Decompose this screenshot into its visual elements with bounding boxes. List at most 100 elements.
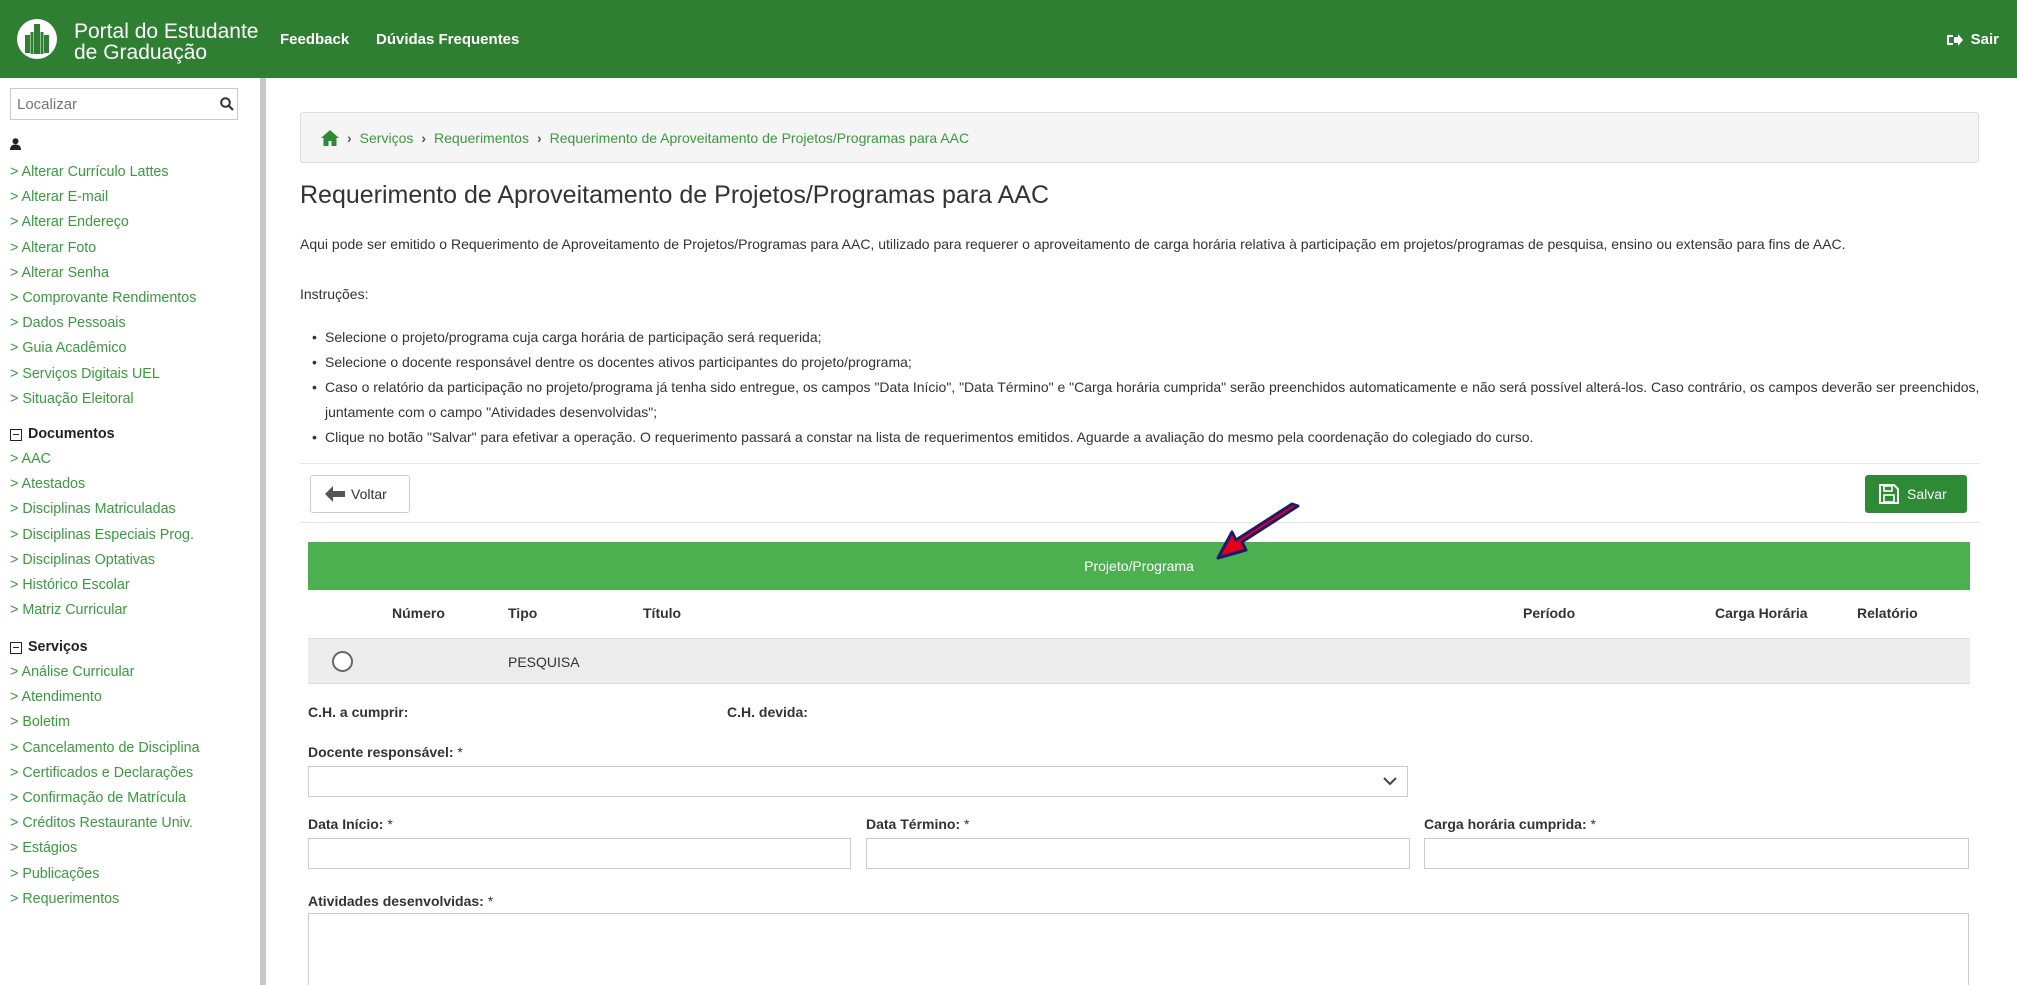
data-inicio-input[interactable] xyxy=(308,838,851,869)
sidebar-item-alterar-foto[interactable]: > Alterar Foto xyxy=(10,236,196,261)
column-carga-horaria[interactable]: Carga Horária xyxy=(1715,605,1808,621)
servicos-menu: Serviços > Análise Curricular > Atendime… xyxy=(10,635,200,912)
sidebar-item-situacao-eleitoral[interactable]: > Situação Eleitoral xyxy=(10,387,196,412)
form-toolbar: Voltar Salvar xyxy=(300,463,1979,523)
required-mark: * xyxy=(387,816,393,832)
project-radio[interactable] xyxy=(332,651,353,672)
back-button[interactable]: Voltar xyxy=(310,475,410,513)
ch-a-cumprir-label: C.H. a cumprir: xyxy=(308,704,409,720)
data-termino-label-text: Data Término: xyxy=(866,816,961,832)
required-mark: * xyxy=(1590,816,1596,832)
column-numero[interactable]: Número xyxy=(392,605,445,621)
sidebar-item-disciplinas-matriculadas[interactable]: > Disciplinas Matriculadas xyxy=(10,497,194,522)
docente-label-text: Docente responsável: xyxy=(308,744,454,760)
sidebar-item-publicacoes[interactable]: > Publicações xyxy=(10,862,200,887)
sidebar-item-matriz-curricular[interactable]: > Matriz Curricular xyxy=(10,598,194,623)
servicos-heading-label: Serviços xyxy=(28,639,88,655)
portal-title[interactable]: Portal do Estudante de Graduação xyxy=(74,21,258,63)
column-titulo[interactable]: Título xyxy=(643,605,681,621)
instructions-label: Instruções: xyxy=(300,286,369,302)
save-button-label: Salvar xyxy=(1907,486,1947,502)
table-row[interactable]: PESQUISA xyxy=(308,638,1970,684)
logout-icon xyxy=(1946,33,1963,46)
carga-cumprida-input[interactable] xyxy=(1424,838,1969,869)
sidebar-item-guia-academico[interactable]: > Guia Acadêmico xyxy=(10,336,196,361)
page-title: Requerimento de Aproveitamento de Projet… xyxy=(300,181,1050,209)
sidebar-item-dados-pessoais[interactable]: > Dados Pessoais xyxy=(10,311,196,336)
data-termino-input[interactable] xyxy=(866,838,1410,869)
instruction-item: Selecione o docente responsável dentre o… xyxy=(312,350,1985,375)
required-mark: * xyxy=(457,744,463,760)
carga-cumprida-label-text: Carga horária cumprida: xyxy=(1424,816,1587,832)
sidebar-item-servicos-digitais[interactable]: > Serviços Digitais UEL xyxy=(10,362,196,387)
servicos-heading[interactable]: Serviços xyxy=(10,635,200,660)
sidebar-item-confirmacao-matricula[interactable]: > Confirmação de Matrícula xyxy=(10,786,200,811)
uel-logo-icon[interactable] xyxy=(16,18,58,60)
atividades-textarea[interactable] xyxy=(308,913,1969,985)
breadcrumb-current[interactable]: Requerimento de Aproveitamento de Projet… xyxy=(550,130,969,146)
data-inicio-label-text: Data Início: xyxy=(308,816,384,832)
portal-title-line2: de Graduação xyxy=(74,41,208,64)
breadcrumb-servicos[interactable]: Serviços xyxy=(360,130,414,146)
sidebar-item-creditos-restaurante[interactable]: > Créditos Restaurante Univ. xyxy=(10,811,200,836)
sidebar-item-disciplinas-optativas[interactable]: > Disciplinas Optativas xyxy=(10,548,194,573)
page-intro: Aqui pode ser emitido o Requerimento de … xyxy=(300,236,1846,252)
search-box xyxy=(10,88,238,120)
collapse-icon xyxy=(10,641,22,654)
sidebar-item-historico-escolar[interactable]: > Histórico Escolar xyxy=(10,573,194,598)
portal-title-line1: Portal do Estudante xyxy=(74,20,259,43)
projects-column-headers: Número Tipo Título Período Carga Horária… xyxy=(308,590,1970,638)
atividades-label: Atividades desenvolvidas: * xyxy=(308,893,493,909)
carga-cumprida-label: Carga horária cumprida: * xyxy=(1424,816,1596,832)
column-periodo[interactable]: Período xyxy=(1523,605,1575,621)
search-input[interactable] xyxy=(11,89,216,119)
search-icon[interactable] xyxy=(216,97,237,111)
annotation-arrow-icon xyxy=(1216,502,1300,560)
chevron-right-icon: › xyxy=(421,129,427,146)
chevron-right-icon: › xyxy=(536,129,542,146)
sidebar-item-atendimento[interactable]: > Atendimento xyxy=(10,685,200,710)
docente-label: Docente responsável: * xyxy=(308,744,463,760)
user-icon xyxy=(10,138,21,150)
required-mark: * xyxy=(487,893,494,909)
column-tipo[interactable]: Tipo xyxy=(508,605,537,621)
top-navbar: Portal do Estudante de Graduação Feedbac… xyxy=(0,0,2017,78)
logout-button[interactable]: Sair xyxy=(1946,31,1999,48)
nav-feedback-link[interactable]: Feedback xyxy=(280,31,349,48)
sidebar-item-alterar-email[interactable]: > Alterar E-mail xyxy=(10,185,196,210)
nav-faq-link[interactable]: Dúvidas Frequentes xyxy=(376,31,519,48)
sidebar-item-alterar-senha[interactable]: > Alterar Senha xyxy=(10,261,196,286)
breadcrumb-requerimentos[interactable]: Requerimentos xyxy=(434,130,529,146)
sidebar-item-boletim[interactable]: > Boletim xyxy=(10,710,200,735)
sidebar: > Alterar Currículo Lattes > Alterar E-m… xyxy=(0,78,266,985)
column-relatorio[interactable]: Relatório xyxy=(1857,605,1918,621)
sidebar-item-analise-curricular[interactable]: > Análise Curricular xyxy=(10,660,200,685)
save-button[interactable]: Salvar xyxy=(1865,475,1967,513)
sidebar-item-alterar-endereco[interactable]: > Alterar Endereço xyxy=(10,210,196,235)
chevron-down-icon xyxy=(1383,777,1397,786)
documentos-menu: Documentos > AAC > Atestados > Disciplin… xyxy=(10,422,194,623)
sidebar-item-comprovante-rendimentos[interactable]: > Comprovante Rendimentos xyxy=(10,286,196,311)
sidebar-item-estagios[interactable]: > Estágios xyxy=(10,836,200,861)
ch-devida-label: C.H. devida: xyxy=(727,704,808,720)
sidebar-item-disciplinas-especiais[interactable]: > Disciplinas Especiais Prog. xyxy=(10,523,194,548)
sidebar-item-certificados-declaracoes[interactable]: > Certificados e Declarações xyxy=(10,761,200,786)
row-tipo: PESQUISA xyxy=(508,654,580,670)
data-inicio-label: Data Início: * xyxy=(308,816,393,832)
documentos-heading[interactable]: Documentos xyxy=(10,422,194,447)
sidebar-item-atestados[interactable]: > Atestados xyxy=(10,472,194,497)
sidebar-item-aac[interactable]: > AAC xyxy=(10,447,194,472)
user-menu: > Alterar Currículo Lattes > Alterar E-m… xyxy=(10,160,196,412)
instruction-item: Caso o relatório da participação no proj… xyxy=(312,375,1985,425)
chevron-right-icon: › xyxy=(347,129,352,146)
docente-select[interactable] xyxy=(308,766,1408,797)
collapse-icon xyxy=(10,428,22,441)
data-termino-label: Data Término: * xyxy=(866,816,969,832)
sidebar-item-alterar-curriculo-lattes[interactable]: > Alterar Currículo Lattes xyxy=(10,160,196,185)
sidebar-item-cancelamento-disciplina[interactable]: > Cancelamento de Disciplina xyxy=(10,736,200,761)
documentos-heading-label: Documentos xyxy=(28,426,115,442)
home-icon[interactable] xyxy=(321,129,339,146)
atividades-label-text: Atividades desenvolvidas: xyxy=(308,893,484,909)
sidebar-item-requerimentos[interactable]: > Requerimentos xyxy=(10,887,200,912)
floppy-disk-icon xyxy=(1879,484,1899,504)
